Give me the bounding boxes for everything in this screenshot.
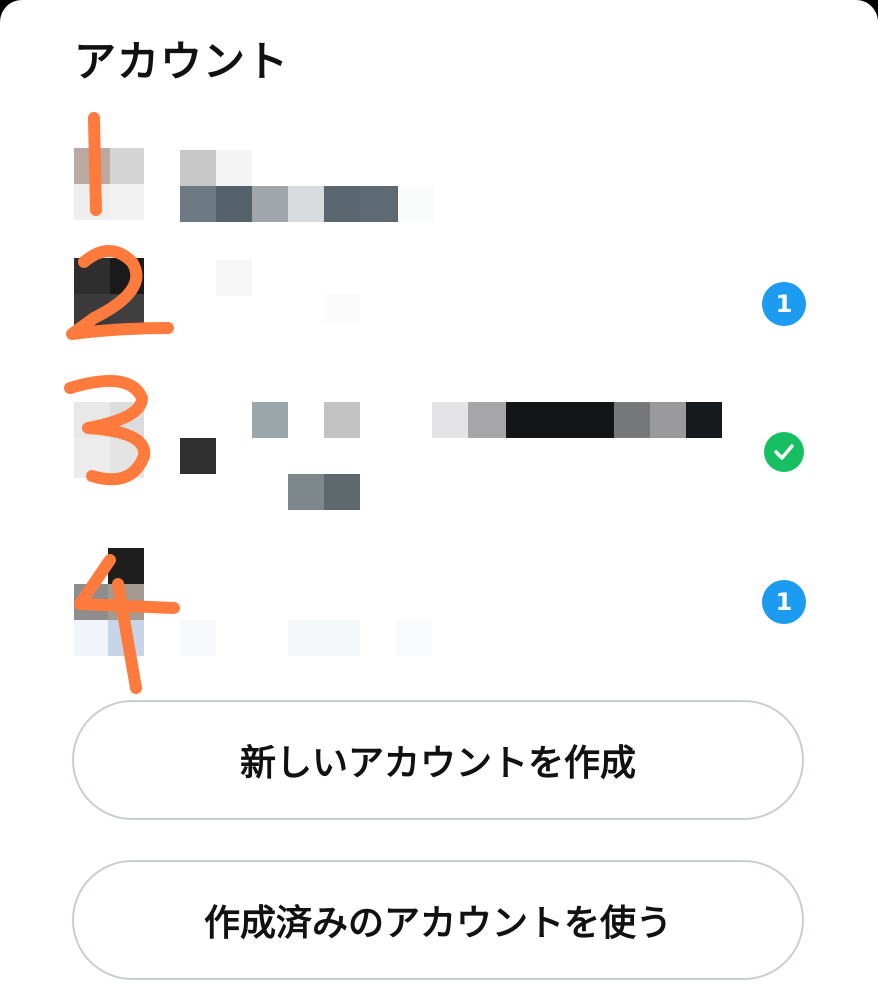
account-switcher-sheet: アカウント 1 1 新しいアカウントを作成 作成済みのアカウントを使う [0,0,878,999]
notification-count-badge: 1 [762,580,806,624]
create-new-account-button[interactable]: 新しいアカウントを作成 [72,700,804,820]
create-new-account-label: 新しいアカウントを作成 [239,743,636,784]
account-row-3-active[interactable] [0,392,878,510]
active-account-check-icon [764,432,804,472]
account-row-2[interactable]: 1 [0,250,878,360]
account-row-4[interactable]: 1 [0,544,878,656]
use-existing-account-label: 作成済みのアカウントを使う [203,903,672,944]
use-existing-account-button[interactable]: 作成済みのアカウントを使う [72,860,804,980]
account-row-1[interactable] [0,130,878,240]
sheet-title: アカウント [74,37,290,86]
check-icon [774,444,794,460]
notification-count-badge: 1 [762,282,806,326]
